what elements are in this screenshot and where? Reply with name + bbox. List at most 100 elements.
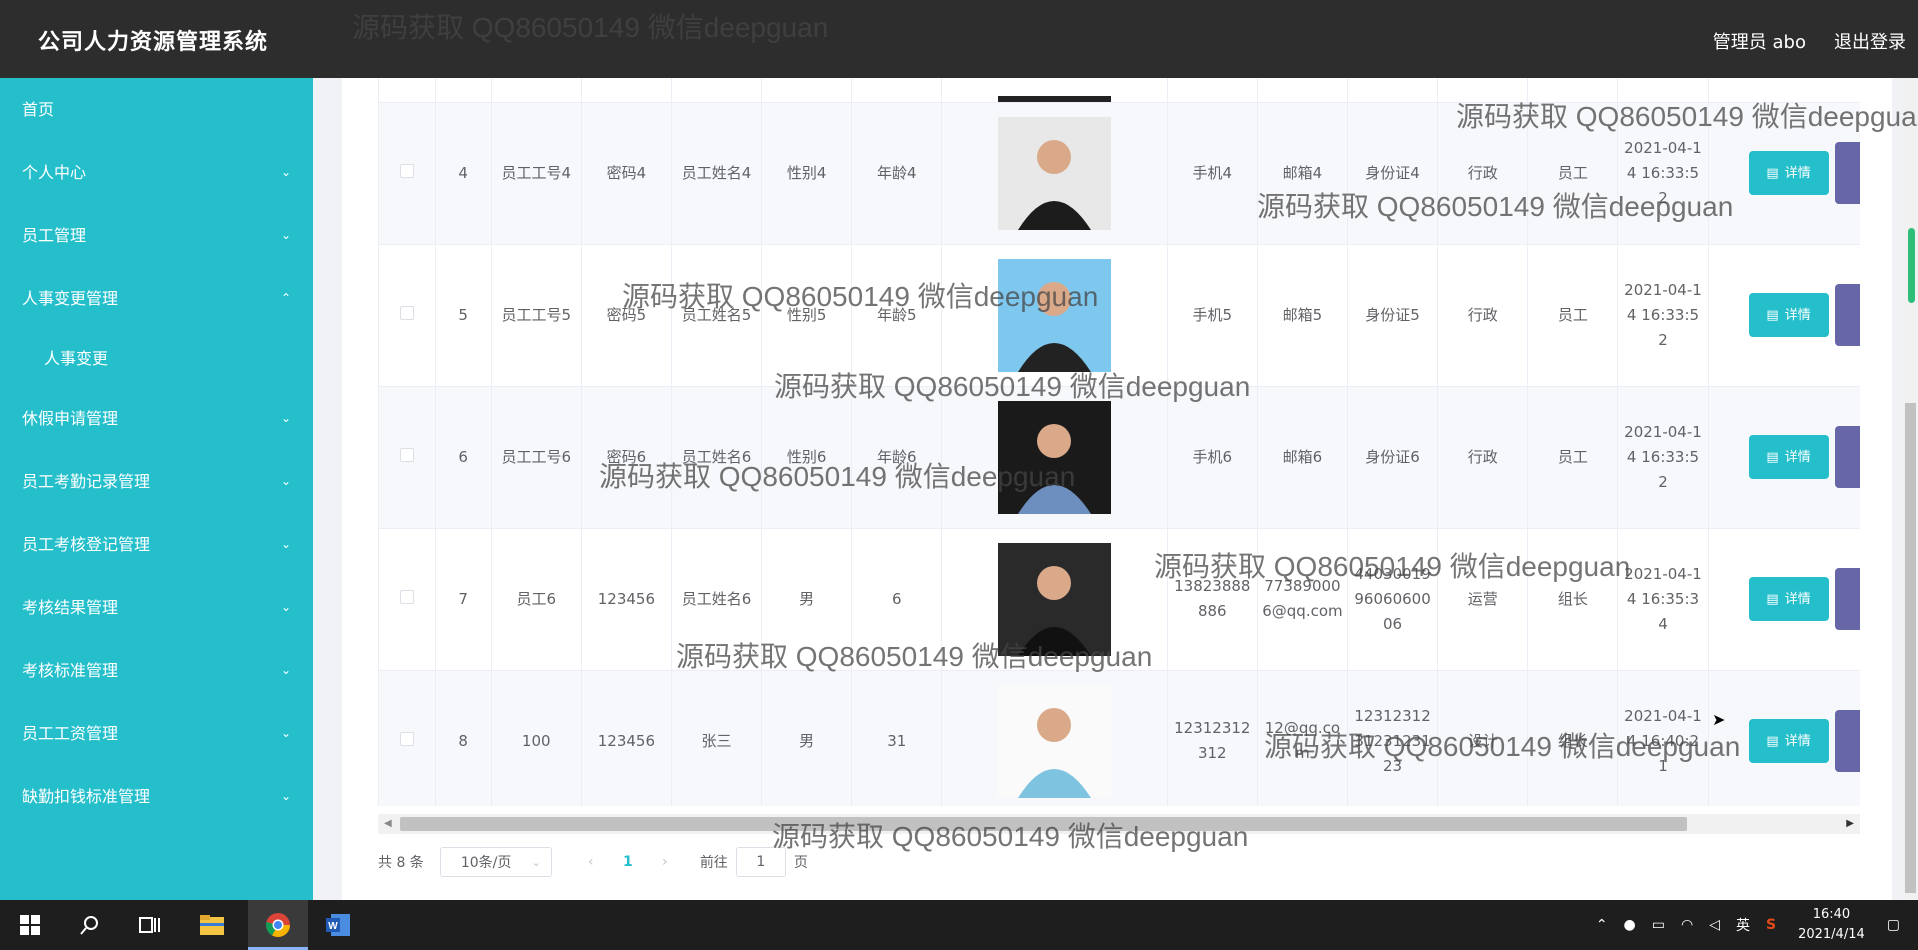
horizontal-scrollbar[interactable]: ◀ ▶: [378, 814, 1860, 834]
employee-photo[interactable]: [998, 400, 1112, 514]
cell-photo: [941, 244, 1168, 387]
page-number-current[interactable]: 1: [608, 854, 648, 870]
cell-actions: ▤ 详情: [1708, 386, 1860, 529]
sidebar-item-leave-management[interactable]: 休假申请管理 ⌄: [0, 387, 313, 450]
sidebar-item-absence-deduction-management[interactable]: 缺勤扣钱标准管理 ⌄: [0, 765, 313, 828]
file-explorer-icon[interactable]: [196, 909, 228, 941]
notification-icon[interactable]: ▢: [1887, 917, 1900, 933]
scroll-left-icon[interactable]: ◀: [384, 818, 392, 829]
edit-button[interactable]: [1834, 142, 1860, 204]
document-icon: ▤: [1766, 165, 1779, 181]
cell-password: 密码4: [581, 102, 672, 245]
document-icon: ▤: [1766, 449, 1779, 465]
cell-position: 员工: [1527, 102, 1619, 245]
word-icon[interactable]: W: [322, 909, 354, 941]
sidebar-item-assessment-register-management[interactable]: 员工考核登记管理 ⌄: [0, 513, 313, 576]
document-icon: ▤: [1766, 591, 1779, 607]
detail-button[interactable]: ▤ 详情: [1748, 577, 1829, 621]
cell-age: 31: [851, 670, 943, 806]
detail-button[interactable]: ▤ 详情: [1748, 293, 1829, 337]
goto-page-input[interactable]: 1: [735, 847, 786, 877]
cell-name: 员工姓名6: [671, 386, 763, 529]
top-header: 公司人力资源管理系统 管理员 abo 退出登录: [0, 0, 1918, 78]
main-content: 4 员工工号4 密码4 员工姓名4 性别4 年龄4 手机4 邮箱4 身份证4 行政 员工 2021-0…: [313, 78, 1903, 900]
cell-phone: 手机4: [1167, 102, 1258, 245]
row-checkbox[interactable]: [399, 305, 414, 320]
cell-id-card: 440300199606060006: [1347, 528, 1439, 671]
sidebar-item-personnel-change-management[interactable]: 人事变更管理 ⌃: [0, 267, 313, 330]
volume-icon[interactable]: ◁: [1709, 917, 1720, 933]
row-checkbox[interactable]: [399, 589, 414, 604]
scrollbar-thumb[interactable]: [400, 817, 1687, 831]
scroll-right-icon[interactable]: ▶: [1846, 818, 1854, 829]
edit-button[interactable]: [1834, 426, 1860, 488]
edit-button[interactable]: [1834, 710, 1860, 772]
cell-position: 组长: [1527, 528, 1619, 671]
prev-page-button[interactable]: ‹: [574, 854, 608, 870]
page-suffix-label: 页: [793, 855, 808, 871]
edit-button[interactable]: [1834, 568, 1860, 630]
row-checkbox[interactable]: [399, 447, 414, 462]
cell-password: 密码6: [581, 386, 672, 529]
battery-icon[interactable]: ▭: [1652, 917, 1665, 933]
cell-emp-no: 100: [491, 670, 582, 806]
sidebar-item-assessment-result-management[interactable]: 考核结果管理 ⌄: [0, 576, 313, 639]
chevron-down-icon: ⌄: [280, 411, 291, 425]
detail-button[interactable]: ▤ 详情: [1748, 151, 1829, 195]
windows-start-icon[interactable]: [14, 909, 46, 941]
qq-icon[interactable]: ●: [1624, 917, 1636, 933]
cell-time: 2021-04-14 16:33:52: [1617, 386, 1709, 529]
vertical-scrollbar[interactable]: [1903, 78, 1918, 900]
task-view-icon[interactable]: [134, 909, 166, 941]
cell-age: 年龄6: [851, 386, 943, 529]
ime-indicator[interactable]: 英: [1736, 915, 1750, 935]
sidebar-item-label: 员工考勤记录管理: [22, 472, 151, 491]
employee-photo[interactable]: [998, 116, 1112, 230]
cell-password: 123456: [581, 670, 672, 806]
logout-button[interactable]: 退出登录: [1834, 28, 1906, 54]
detail-button[interactable]: ▤ 详情: [1748, 435, 1829, 479]
cell-age: 6: [851, 528, 943, 671]
pagination: 共 8 条 10条/页 ⌄ ‹ 1 › 前往 1 页: [378, 846, 808, 878]
sidebar: 首页 个人中心 ⌄ 员工管理 ⌄ 人事变更管理 ⌃ 人事变更 休假申请管理 ⌄ …: [0, 78, 313, 900]
edit-button[interactable]: [1834, 284, 1860, 346]
employee-photo[interactable]: [998, 542, 1112, 656]
sidebar-item-personal-center[interactable]: 个人中心 ⌄: [0, 141, 313, 204]
cell-age: 年龄5: [851, 244, 943, 387]
cell-dept: 行政: [1437, 102, 1529, 245]
sidebar-item-label: 人事变更: [44, 349, 109, 368]
employee-photo[interactable]: [998, 684, 1112, 798]
search-icon[interactable]: [74, 909, 106, 941]
sidebar-subitem-personnel-change[interactable]: 人事变更: [0, 330, 313, 387]
row-checkbox[interactable]: [399, 731, 414, 746]
row-checkbox[interactable]: [399, 163, 414, 178]
document-icon: ▤: [1766, 733, 1779, 749]
cell-email: 邮箱6: [1257, 386, 1349, 529]
sidebar-item-attendance-management[interactable]: 员工考勤记录管理 ⌄: [0, 450, 313, 513]
network-icon[interactable]: ◠: [1681, 917, 1693, 933]
sidebar-item-employee-management[interactable]: 员工管理 ⌄: [0, 204, 313, 267]
sidebar-item-label: 员工考核登记管理: [22, 535, 151, 554]
employee-photo[interactable]: [998, 258, 1112, 372]
page-size-select[interactable]: 10条/页 ⌄: [439, 847, 552, 877]
table-row: 8 100 123456 张三男 31 12312312312 12@qq.com 12312…: [379, 670, 1860, 806]
admin-user-label[interactable]: 管理员 abo: [1713, 28, 1806, 54]
detail-button[interactable]: ▤ 详情: [1748, 719, 1829, 763]
chrome-icon[interactable]: [262, 909, 294, 941]
scroll-indicator: [1908, 228, 1915, 303]
cell-id-card: 身份证5: [1347, 244, 1439, 387]
cell-index: 5: [435, 244, 492, 387]
sidebar-item-assessment-standard-management[interactable]: 考核标准管理 ⌄: [0, 639, 313, 702]
next-page-button[interactable]: ›: [648, 854, 682, 870]
row-checkbox-cell: [379, 102, 436, 245]
sidebar-item-salary-management[interactable]: 员工工资管理 ⌄: [0, 702, 313, 765]
scrollbar-thumb[interactable]: [1905, 403, 1916, 893]
goto-label: 前往: [699, 855, 728, 871]
chevron-up-icon[interactable]: ⌃: [1596, 917, 1608, 933]
cell-index: 7: [435, 528, 492, 671]
system-clock[interactable]: 16:40 2021/4/14: [1798, 905, 1865, 945]
cell-time: 2021-04-14 16:40:21: [1617, 670, 1709, 806]
chevron-down-icon: ⌄: [280, 600, 291, 614]
sogou-input-icon[interactable]: S: [1766, 917, 1776, 933]
sidebar-item-home[interactable]: 首页: [0, 78, 313, 141]
